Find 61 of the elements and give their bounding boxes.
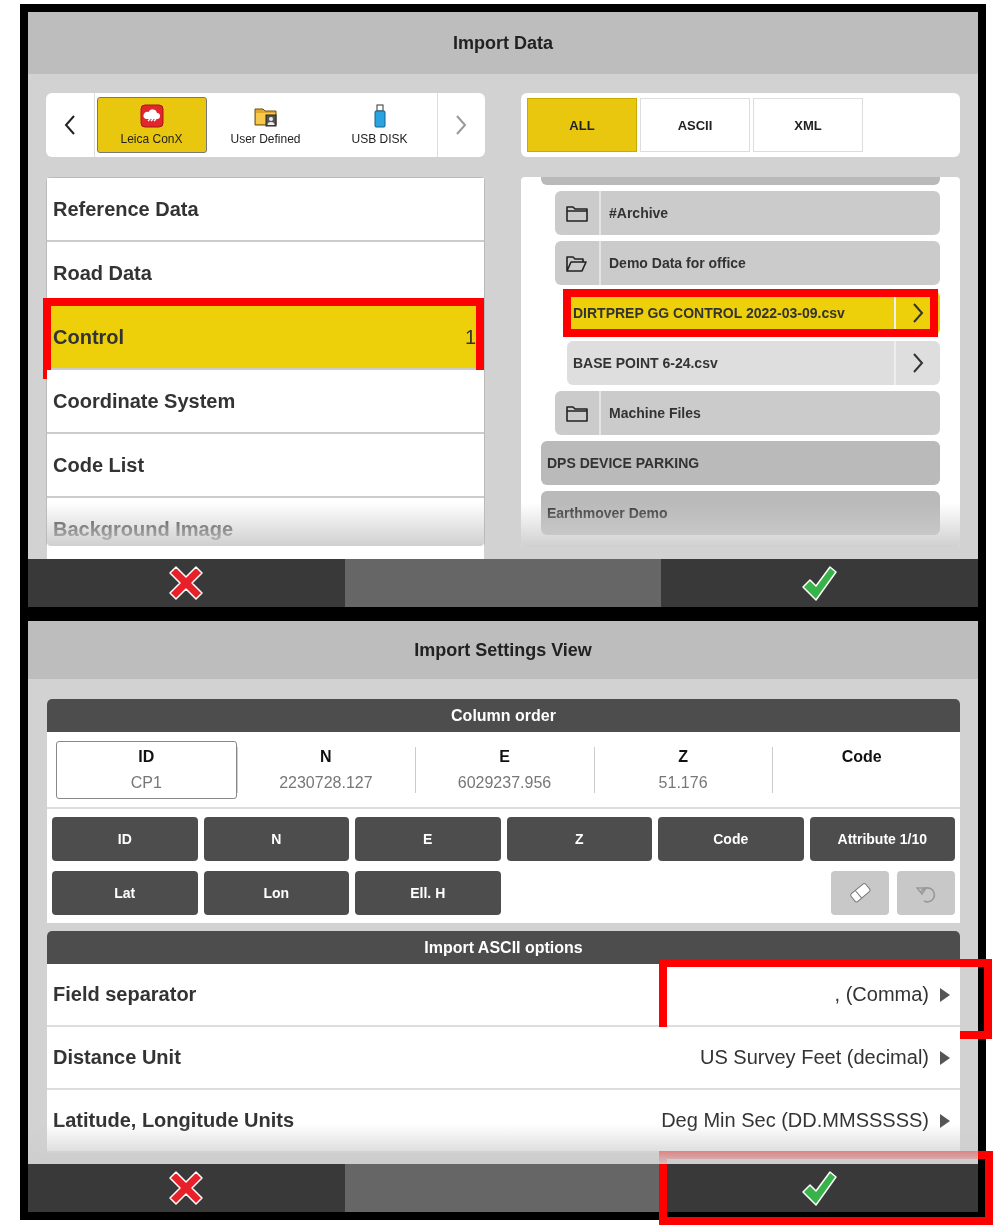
column-slot[interactable]: Z 51.176 (593, 741, 773, 799)
option-label: Field separator (53, 983, 197, 1006)
column-header: E (499, 748, 510, 766)
field-button[interactable]: Attribute 1/10 (809, 817, 955, 861)
source-tab[interactable]: USB DISK (324, 97, 435, 153)
category-item[interactable]: Code List (47, 434, 484, 497)
folder-item[interactable]: Machine Files (555, 391, 940, 435)
window-title: Import Settings View (28, 621, 978, 679)
column-value: 6029237.956 (457, 774, 552, 792)
column-header: Z (678, 748, 688, 766)
folder-item[interactable]: Demo Data for office (555, 241, 940, 285)
category-label: Road Data (53, 261, 152, 285)
category-label: Background Image (53, 517, 234, 541)
filter-tab[interactable]: ASCII (640, 98, 750, 152)
column-value: 2230728.127 (279, 774, 373, 792)
project-item[interactable]: DPS DEVICE PARKING (541, 441, 940, 485)
category-item[interactable]: Reference Data (47, 178, 484, 241)
field-button[interactable]: Code (658, 817, 804, 861)
option-label: Latitude, Longitude Units (53, 1109, 295, 1132)
column-value: CP1 (130, 774, 162, 792)
field-button[interactable]: Ell. H (355, 871, 501, 915)
category-label: Code List (53, 453, 145, 477)
filter-tab[interactable]: ALL (527, 98, 637, 152)
panel-header: Column order (47, 699, 960, 732)
field-button[interactable]: Lon (203, 871, 349, 915)
column-slot[interactable]: ID CP1 (56, 741, 237, 799)
option-value: US Survey Feet (decimal) (700, 1046, 929, 1069)
field-button[interactable]: Z (506, 817, 652, 861)
category-label: Coordinate System (53, 389, 236, 413)
field-button[interactable]: Lat (52, 871, 198, 915)
column-value: 51.176 (658, 774, 708, 792)
file-label: DIRTPREP GG CONTROL 2022-03-09.csv (573, 305, 846, 321)
column-slot[interactable]: N 2230728.127 (236, 741, 416, 799)
option-label: Distance Unit (53, 1046, 181, 1069)
folder-item[interactable]: #Archive (555, 191, 940, 235)
source-tab[interactable]: User Defined (210, 97, 321, 153)
option-value: , (Comma) (834, 983, 929, 1006)
field-button[interactable]: ID (52, 817, 198, 861)
project-item[interactable]: Earthmover Demo (541, 491, 940, 535)
column-header: N (320, 748, 332, 766)
category-label: Reference Data (53, 197, 199, 221)
file-item[interactable]: BASE POINT 6-24.csv (567, 341, 940, 385)
category-item[interactable]: Coordinate System (47, 370, 484, 433)
window-title: Import Data (28, 12, 978, 74)
folder-label: #Archive (609, 205, 669, 221)
field-button[interactable]: N (203, 817, 349, 861)
field-button[interactable]: E (355, 817, 501, 861)
source-tab[interactable]: Leica ConX (96, 97, 207, 153)
filter-tab[interactable]: XML (753, 98, 863, 152)
folder-label: Demo Data for office (609, 255, 746, 271)
column-slot[interactable]: E 6029237.956 (415, 741, 594, 799)
column-header: Code (841, 748, 882, 766)
option-row[interactable]: Distance Unit US Survey Feet (decimal) (47, 1027, 960, 1090)
panel-header: Import ASCII options (47, 931, 960, 964)
item-count: 1 (464, 325, 476, 349)
column-slot[interactable]: Code (772, 741, 951, 799)
option-value: Deg Min Sec (DD.MMSSSSS) (661, 1109, 929, 1132)
file-label: BASE POINT 6-24.csv (573, 355, 719, 371)
folder-label: Machine Files (609, 405, 701, 421)
column-header: ID (138, 748, 155, 766)
category-label: Control (53, 325, 125, 349)
